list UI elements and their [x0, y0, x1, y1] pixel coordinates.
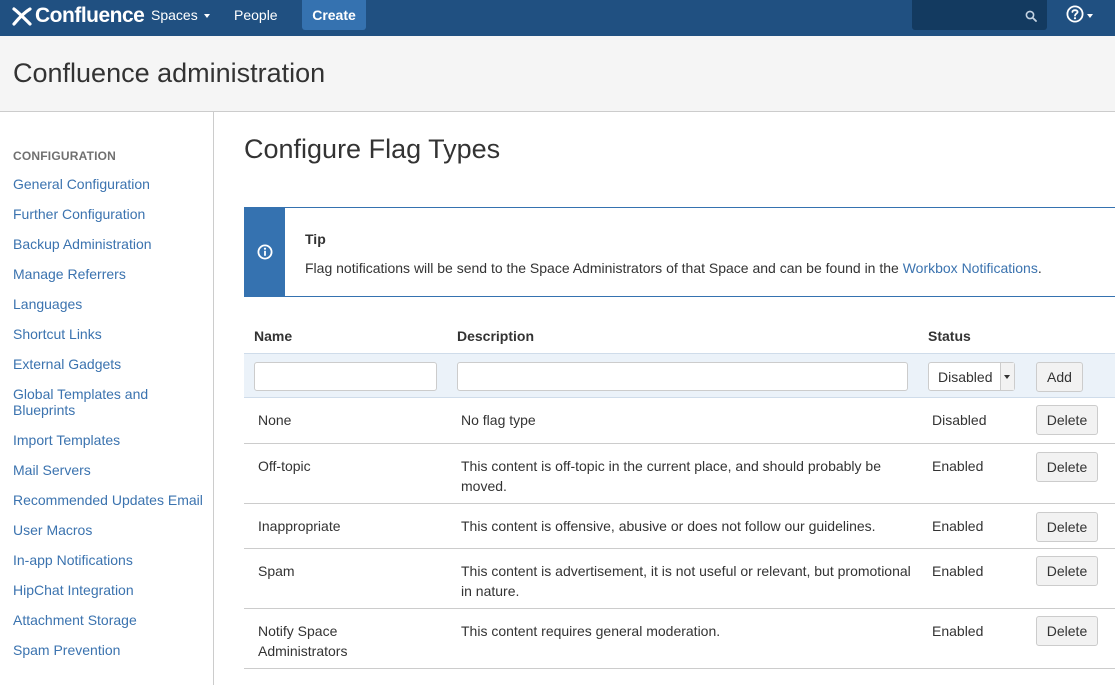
- new-name-input[interactable]: [254, 362, 437, 391]
- confluence-logo[interactable]: Confluence: [12, 3, 145, 29]
- flag-description: This content is off-topic in the current…: [461, 458, 881, 494]
- tip-body-text: Flag notifications will be send to the S…: [305, 260, 903, 276]
- admin-header: Confluence administration: [0, 36, 1115, 112]
- column-header-status: Status: [928, 328, 971, 344]
- nav-spaces-menu[interactable]: Spaces: [151, 0, 210, 30]
- flag-name: None: [258, 412, 292, 428]
- flag-status: Enabled: [932, 623, 984, 639]
- tip-title: Tip: [305, 231, 326, 247]
- flag-status: Disabled: [932, 412, 987, 428]
- delete-button[interactable]: Delete: [1036, 405, 1098, 435]
- search-input[interactable]: [918, 4, 1022, 28]
- status-select-value: Disabled: [938, 369, 993, 385]
- sidebar-item-attachment-storage[interactable]: Attachment Storage: [13, 612, 203, 628]
- top-nav-bar: Confluence Spaces People Create: [0, 0, 1115, 36]
- sidebar-item-recommended-updates-email[interactable]: Recommended Updates Email: [13, 492, 203, 508]
- add-button[interactable]: Add: [1036, 362, 1083, 392]
- admin-sidebar: CONFIGURATION General Configuration Furt…: [0, 112, 214, 685]
- logo-text: Confluence: [35, 4, 145, 27]
- flag-status: Enabled: [932, 563, 984, 579]
- tip-message: Tip Flag notifications will be send to t…: [244, 207, 1115, 297]
- table-row: Spam This content is advertisement, it i…: [244, 549, 1115, 609]
- search-box: [912, 0, 1047, 30]
- chevron-down-icon: [203, 14, 210, 19]
- info-icon: [257, 244, 273, 265]
- flag-description: This content is advertisement, it is not…: [461, 563, 911, 599]
- flag-description: This content requires general moderation…: [461, 623, 721, 639]
- page-title: Configure Flag Types: [244, 134, 501, 164]
- sidebar-item-shortcut-links[interactable]: Shortcut Links: [13, 326, 203, 342]
- column-header-name: Name: [254, 328, 293, 344]
- chevron-down-icon: [1087, 14, 1093, 18]
- sidebar-item-user-macros[interactable]: User Macros: [13, 522, 203, 538]
- delete-button[interactable]: Delete: [1036, 452, 1098, 482]
- admin-title: Confluence administration: [13, 58, 326, 88]
- workbox-notifications-link[interactable]: Workbox Notifications: [903, 260, 1038, 276]
- flag-name: Spam: [258, 563, 295, 579]
- flag-status: Enabled: [932, 518, 984, 534]
- sidebar-list: General Configuration Further Configurat…: [13, 176, 203, 672]
- sidebar-item-import-templates[interactable]: Import Templates: [13, 432, 203, 448]
- new-description-input[interactable]: [457, 362, 908, 391]
- table-row: Inappropriate This content is offensive,…: [244, 504, 1115, 549]
- help-menu[interactable]: [1066, 5, 1098, 27]
- table-row: None No flag type Disabled Delete: [244, 398, 1115, 444]
- sidebar-item-backup-administration[interactable]: Backup Administration: [13, 236, 203, 252]
- nav-spaces-label: Spaces: [151, 7, 198, 23]
- sidebar-item-hipchat-integration[interactable]: HipChat Integration: [13, 582, 203, 598]
- flag-description: No flag type: [461, 412, 536, 428]
- tip-accent-bar: [245, 208, 285, 296]
- flag-name: Off-topic: [258, 458, 311, 474]
- chevron-down-icon: [1000, 363, 1014, 390]
- sidebar-item-further-configuration[interactable]: Further Configuration: [13, 206, 203, 222]
- create-button[interactable]: Create: [302, 0, 366, 30]
- table-row: Off-topic This content is off-topic in t…: [244, 444, 1115, 504]
- flag-description: This content is offensive, abusive or do…: [461, 518, 876, 534]
- help-icon: [1066, 5, 1084, 28]
- tip-body: Flag notifications will be send to the S…: [305, 260, 1042, 276]
- flag-status: Enabled: [932, 458, 984, 474]
- nav-people-link[interactable]: People: [234, 0, 278, 30]
- sidebar-item-manage-referrers[interactable]: Manage Referrers: [13, 266, 203, 282]
- sidebar-item-mail-servers[interactable]: Mail Servers: [13, 462, 203, 478]
- status-select[interactable]: Disabled: [928, 362, 1015, 391]
- sidebar-heading: CONFIGURATION: [13, 149, 117, 163]
- add-flag-type-row: Disabled Add: [244, 353, 1115, 398]
- tip-body-suffix: .: [1037, 260, 1042, 276]
- delete-button[interactable]: Delete: [1036, 512, 1098, 542]
- confluence-x-icon: [12, 6, 32, 26]
- search-icon[interactable]: [1025, 9, 1037, 27]
- flag-name: Inappropriate: [258, 518, 341, 534]
- sidebar-item-languages[interactable]: Languages: [13, 296, 203, 312]
- sidebar-item-spam-prevention[interactable]: Spam Prevention: [13, 642, 203, 658]
- sidebar-item-global-templates[interactable]: Global Templates and Blueprints: [13, 386, 203, 418]
- sidebar-item-general-configuration[interactable]: General Configuration: [13, 176, 203, 192]
- table-row: Notify Space Administrators This content…: [244, 609, 1115, 669]
- sidebar-item-in-app-notifications[interactable]: In-app Notifications: [13, 552, 203, 568]
- sidebar-item-external-gadgets[interactable]: External Gadgets: [13, 356, 203, 372]
- column-header-description: Description: [457, 328, 535, 344]
- flag-name: Notify Space Administrators: [258, 623, 348, 659]
- delete-button[interactable]: Delete: [1036, 616, 1098, 646]
- delete-button[interactable]: Delete: [1036, 556, 1098, 586]
